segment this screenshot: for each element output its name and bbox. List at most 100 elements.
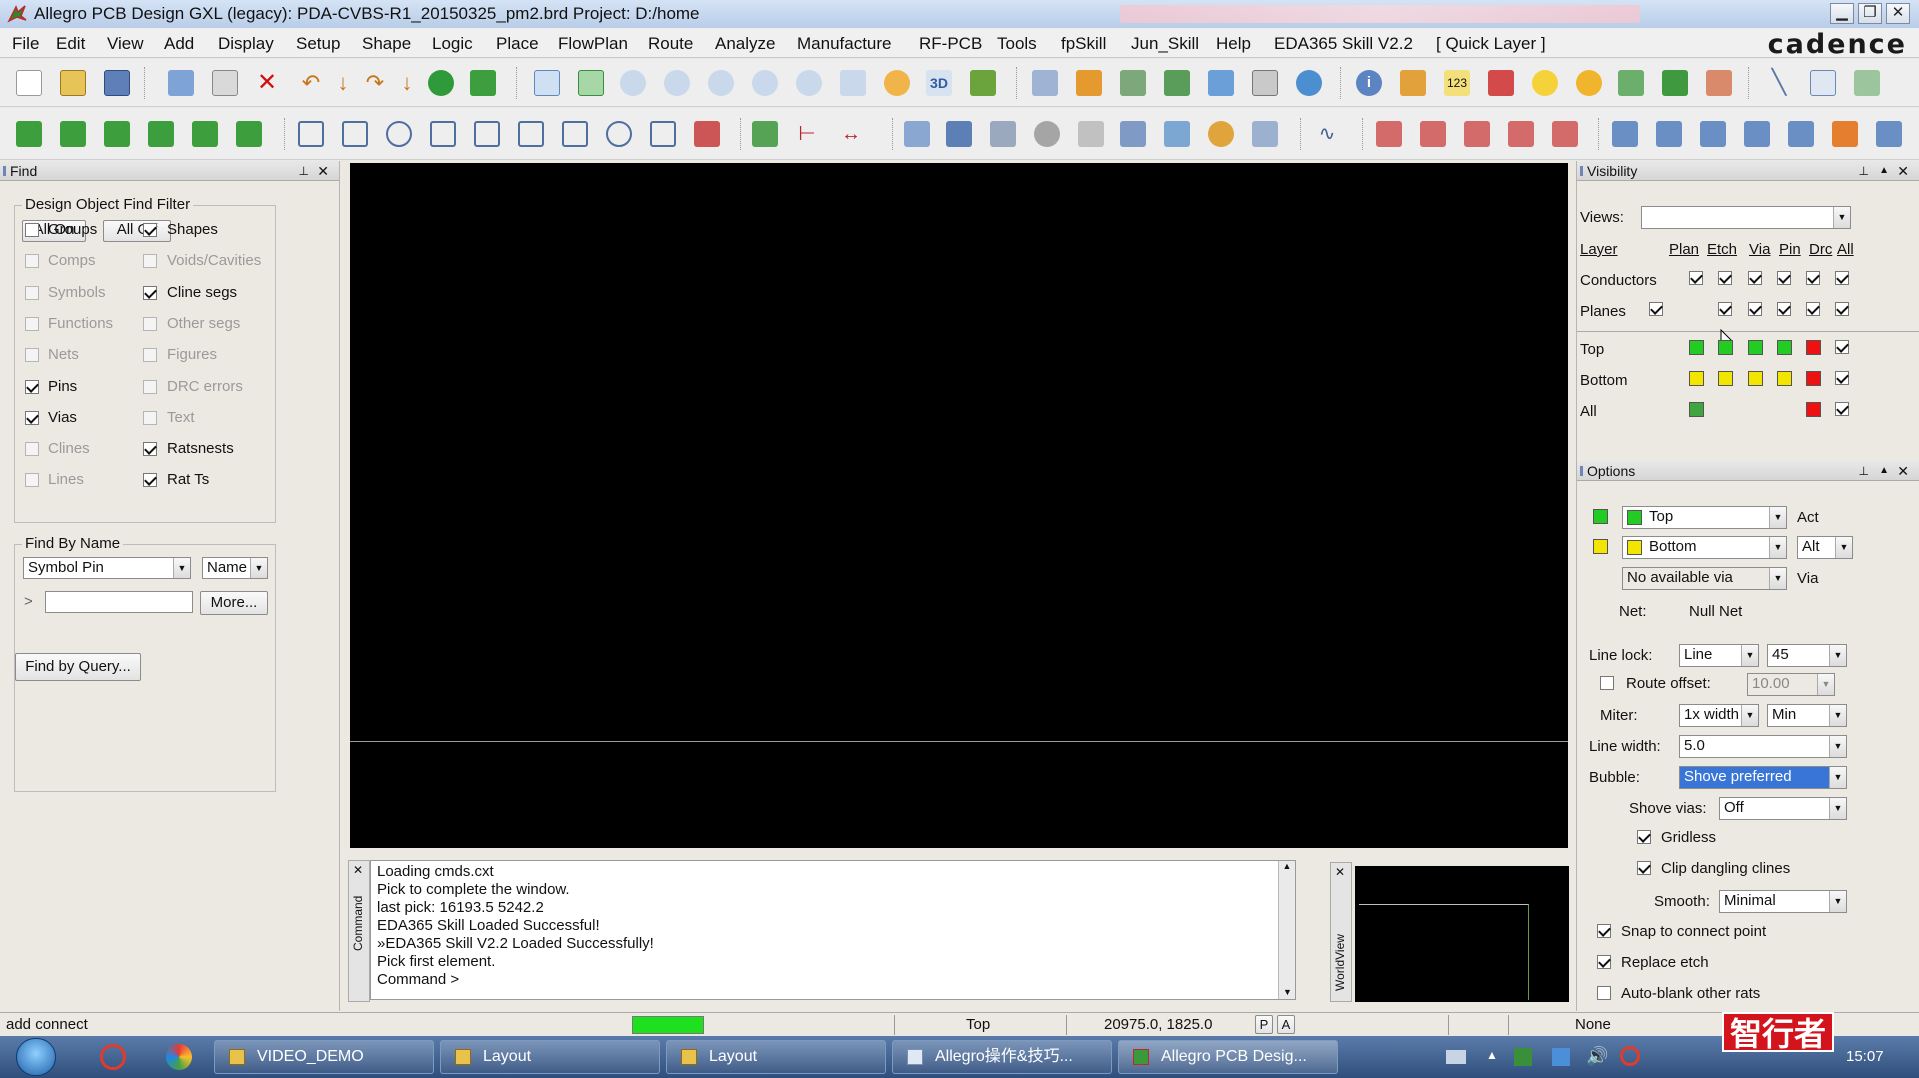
active-layer-select[interactable]: Top ▼ (1622, 506, 1787, 529)
sigma-icon[interactable] (1662, 70, 1688, 96)
filter-vias-checkbox[interactable] (25, 410, 39, 425)
line-width-select[interactable]: 5.0 ▼ (1679, 735, 1847, 758)
select-icon[interactable] (430, 121, 456, 147)
bottom-all-checkbox[interactable] (1835, 371, 1849, 385)
grid-icon[interactable] (534, 70, 560, 96)
top-etch-color[interactable] (1718, 340, 1733, 355)
skill-5-icon[interactable] (1552, 121, 1578, 147)
col-pin[interactable]: Pin (1779, 241, 1801, 258)
pin-icon[interactable]: ⊥ (1859, 461, 1869, 481)
app-quicklaunch-icon[interactable] (100, 1044, 126, 1070)
all-all-checkbox[interactable] (1835, 402, 1849, 416)
maximize-button[interactable]: ❐ (1858, 3, 1882, 24)
undo-icon[interactable]: ↶ (298, 70, 324, 96)
pin-icon[interactable]: ⊥ (1859, 161, 1869, 181)
film-icon[interactable] (1164, 121, 1190, 147)
grid-toggle-icon[interactable] (1032, 70, 1058, 96)
menu-setup[interactable]: Setup (296, 34, 340, 54)
close-command-icon[interactable]: ✕ (353, 863, 363, 877)
task-video-demo[interactable]: VIDEO_DEMO (214, 1040, 434, 1074)
menu-logic[interactable]: Logic (432, 34, 473, 54)
constraint-icon[interactable] (1208, 70, 1234, 96)
place-6-icon[interactable] (236, 121, 262, 147)
planes-via-checkbox[interactable] (1748, 302, 1762, 316)
redraw-icon[interactable] (884, 70, 910, 96)
miter-select[interactable]: 1x width ▼ (1679, 704, 1759, 727)
route-1-icon[interactable] (1612, 121, 1638, 147)
bottom-drc-color[interactable] (1806, 371, 1821, 386)
minimize-button[interactable]: ▁ (1830, 3, 1854, 24)
scroll-down-icon[interactable]: ▼ (1279, 987, 1296, 997)
down-arrow-icon[interactable]: ↓ (330, 70, 356, 96)
filter-rat-ts-checkbox[interactable] (143, 473, 157, 488)
route-offset-select[interactable]: 10.00 ▼ (1747, 673, 1835, 696)
menu-flowplan[interactable]: FlowPlan (558, 34, 628, 54)
name-input[interactable] (45, 591, 193, 613)
tray-app-2-icon[interactable] (1620, 1046, 1640, 1066)
key-icon[interactable] (1208, 121, 1234, 147)
col-layer[interactable]: Layer (1580, 241, 1618, 258)
filter-pins-checkbox[interactable] (25, 379, 39, 394)
scroll-up-icon[interactable]: ▲ (1279, 861, 1295, 871)
down-arrow-2-icon[interactable]: ↓ (394, 70, 420, 96)
top-drc-color[interactable] (1806, 340, 1821, 355)
collapse-icon[interactable]: ▲ (1879, 461, 1889, 481)
properties-icon[interactable] (1400, 70, 1426, 96)
menu-view[interactable]: View (107, 34, 144, 54)
place-3-icon[interactable] (104, 121, 130, 147)
menu-file[interactable]: File (12, 34, 39, 54)
conductors-via-checkbox[interactable] (1748, 271, 1762, 285)
route-6-icon[interactable] (1832, 121, 1858, 147)
report-icon[interactable] (1706, 70, 1732, 96)
text-add-icon[interactable] (1854, 70, 1880, 96)
flip-icon[interactable] (970, 70, 996, 96)
book-icon[interactable] (946, 121, 972, 147)
grid-2-icon[interactable] (578, 70, 604, 96)
open-folder-icon[interactable] (60, 70, 86, 96)
menu-tools[interactable]: Tools (997, 34, 1037, 54)
zoom-in-icon[interactable] (708, 70, 734, 96)
conductors-pin-checkbox[interactable] (1777, 271, 1791, 285)
close-panel-icon[interactable]: ✕ (1897, 161, 1909, 181)
close-panel-icon[interactable]: ✕ (317, 161, 329, 181)
worldview-window[interactable] (1355, 866, 1569, 1002)
network-icon[interactable] (1552, 1048, 1570, 1066)
color-icon[interactable] (1076, 70, 1102, 96)
more-button[interactable]: More... (200, 591, 268, 615)
shape-edit-icon[interactable] (694, 121, 720, 147)
planes-pin-checkbox[interactable] (1777, 302, 1791, 316)
alt-select[interactable]: Alt ▼ (1797, 536, 1853, 559)
odb-icon[interactable] (904, 121, 930, 147)
col-via[interactable]: Via (1749, 241, 1770, 258)
close-button[interactable]: ✕ (1886, 3, 1910, 24)
shape-icon[interactable] (428, 70, 454, 96)
task-layout-2[interactable]: Layout (666, 1040, 886, 1074)
task-layout-1[interactable]: Layout (440, 1040, 660, 1074)
name-mode-select[interactable]: Name ▼ (202, 557, 268, 579)
replace-etch-checkbox[interactable] (1597, 955, 1611, 969)
shadow-icon[interactable] (1120, 70, 1146, 96)
status-a-button[interactable]: A (1277, 1015, 1295, 1034)
task-allegro-pcb[interactable]: Allegro PCB Desig... (1118, 1040, 1338, 1074)
shape-poly-icon[interactable] (474, 121, 500, 147)
globe-icon[interactable] (1296, 70, 1322, 96)
bottom-via-color[interactable] (1748, 371, 1763, 386)
mirror-icon[interactable] (990, 121, 1016, 147)
tray-expand-icon[interactable]: ▲ (1486, 1048, 1498, 1062)
measure-icon[interactable]: 123 (1444, 70, 1470, 96)
add-rect-icon[interactable] (342, 121, 368, 147)
clip-dangling-checkbox[interactable] (1637, 861, 1651, 875)
pin-icon[interactable]: ⊥ (299, 161, 309, 181)
route-icon[interactable] (752, 121, 778, 147)
menu-place[interactable]: Place (496, 34, 539, 54)
conductors-drc-checkbox[interactable] (1806, 271, 1820, 285)
zoom-prev-icon[interactable] (796, 70, 822, 96)
filter-groups-checkbox[interactable] (25, 223, 39, 237)
tray-app-icon[interactable] (1514, 1048, 1532, 1066)
object-type-select[interactable]: Symbol Pin ▼ (23, 557, 191, 579)
route-4-icon[interactable] (1744, 121, 1770, 147)
zoom-fit-icon[interactable] (620, 70, 646, 96)
menu-analyze[interactable]: Analyze (715, 34, 775, 54)
shape-circle-icon[interactable] (606, 121, 632, 147)
menu-jun-skill[interactable]: Jun_Skill (1131, 34, 1199, 54)
